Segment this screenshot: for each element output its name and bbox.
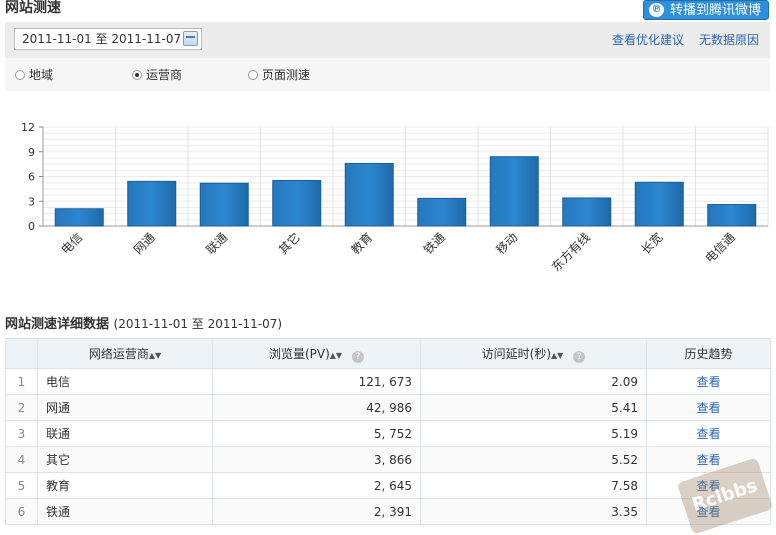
table-row: 6 铁通 2, 391 3.35 查看 bbox=[5, 498, 771, 525]
row-delay: 5.52 bbox=[420, 446, 647, 473]
x-tick-label: 移动 bbox=[493, 230, 520, 257]
detail-title-text: 网站测速详细数据 bbox=[5, 317, 110, 332]
table-row: 5 教育 2, 645 7.58 查看 bbox=[5, 472, 771, 499]
radio-page-speed[interactable]: 页面测速 bbox=[248, 66, 310, 83]
header-delay-label: 访问延时(秒) bbox=[481, 346, 552, 361]
row-pv: 42, 986 bbox=[212, 394, 421, 421]
x-tick-label: 电信 bbox=[58, 230, 85, 257]
radio-region[interactable]: 地域 bbox=[15, 66, 53, 83]
header-isp[interactable]: 网络运营商▲▼ bbox=[37, 338, 213, 369]
radio-isp-dot[interactable] bbox=[132, 70, 142, 80]
header-trend-label: 历史趋势 bbox=[684, 347, 733, 361]
isp-bar-chart: 0 3 6 9 12 电信 网通 联通 其它 教育 铁通 移动 东方有线 长宽 电信通 bbox=[21, 121, 769, 275]
bar bbox=[199, 182, 249, 227]
row-isp: 其它 bbox=[37, 446, 213, 473]
sort-icon[interactable]: ▲▼ bbox=[330, 351, 342, 360]
row-pv: 5, 752 bbox=[212, 420, 421, 447]
page-title: 网站测速 bbox=[5, 0, 61, 16]
y-tick-label: 12 bbox=[21, 121, 35, 134]
row-isp: 电信 bbox=[37, 368, 213, 395]
row-pv: 2, 391 bbox=[212, 498, 421, 525]
sort-icon[interactable]: ▲▼ bbox=[149, 351, 161, 360]
y-tick-label: 9 bbox=[28, 146, 35, 159]
x-tick-label: 东方有线 bbox=[548, 230, 593, 275]
toolbar: 2011-11-01 至 2011-11-07 查看优化建议 无数据原因 bbox=[5, 22, 770, 58]
x-tick-label: 网通 bbox=[131, 230, 158, 257]
share-weibo-button[interactable]: ℗ 转播到腾讯微博 bbox=[643, 0, 769, 20]
row-pv: 121, 673 bbox=[212, 368, 421, 395]
row-delay: 5.41 bbox=[420, 394, 647, 421]
date-range-picker[interactable]: 2011-11-01 至 2011-11-07 bbox=[14, 28, 202, 50]
x-tick-label: 联通 bbox=[203, 230, 230, 257]
table-row: 3 联通 5, 752 5.19 查看 bbox=[5, 420, 771, 447]
header-delay[interactable]: 访问延时(秒)▲▼? bbox=[420, 338, 647, 369]
radio-region-dot[interactable] bbox=[15, 70, 25, 80]
header-index bbox=[5, 338, 38, 369]
x-tick-label: 长宽 bbox=[638, 230, 666, 258]
help-icon[interactable]: ? bbox=[352, 350, 365, 363]
row-trend-link[interactable]: 查看 bbox=[646, 420, 771, 447]
row-pv: 3, 866 bbox=[212, 446, 421, 473]
radio-isp[interactable]: 运营商 bbox=[132, 66, 182, 83]
row-isp: 铁通 bbox=[37, 498, 213, 525]
date-range-text: 2011-11-01 至 2011-11-07 bbox=[22, 32, 182, 46]
header-isp-label: 网络运营商 bbox=[88, 347, 149, 361]
header-trend: 历史趋势 bbox=[646, 338, 771, 369]
row-delay: 2.09 bbox=[420, 368, 647, 395]
bar bbox=[417, 197, 467, 227]
row-index: 2 bbox=[5, 394, 38, 421]
x-tick-label: 其它 bbox=[275, 230, 303, 258]
row-trend-link[interactable]: 查看 bbox=[646, 394, 771, 421]
row-isp: 网通 bbox=[37, 394, 213, 421]
y-tick-label: 0 bbox=[28, 220, 35, 233]
view-mode-radio-group: 地域 运营商 页面测速 bbox=[5, 58, 770, 91]
header-pv-label: 浏览量(PV) bbox=[268, 346, 330, 361]
weibo-icon: ℗ bbox=[649, 3, 664, 17]
detail-table: 网络运营商▲▼ 浏览量(PV)▲▼? 访问延时(秒)▲▼? 历史趋势 1 电信 12… bbox=[5, 338, 771, 525]
row-delay: 5.19 bbox=[420, 420, 647, 447]
row-index: 1 bbox=[5, 368, 38, 395]
row-index: 6 bbox=[5, 498, 38, 525]
detail-section-title: 网站测速详细数据 (2011-11-01 至 2011-11-07) bbox=[5, 313, 282, 332]
row-pv: 2, 645 bbox=[212, 472, 421, 499]
x-tick-label: 铁通 bbox=[421, 230, 448, 257]
bar bbox=[634, 181, 684, 227]
bar bbox=[272, 179, 322, 227]
row-index: 4 bbox=[5, 446, 38, 473]
y-tick-label: 3 bbox=[28, 195, 35, 208]
bar bbox=[707, 204, 757, 227]
sort-icon[interactable]: ▲▼ bbox=[551, 351, 563, 360]
row-index: 5 bbox=[5, 472, 38, 499]
detail-date-range: (2011-11-01 至 2011-11-07) bbox=[113, 317, 283, 331]
x-tick-label: 教育 bbox=[348, 230, 376, 258]
table-row: 1 电信 121, 673 2.09 查看 bbox=[5, 368, 771, 395]
bar bbox=[127, 180, 177, 227]
table-row: 2 网通 42, 986 5.41 查看 bbox=[5, 394, 771, 421]
row-delay: 3.35 bbox=[420, 498, 647, 525]
table-header-row: 网络运营商▲▼ 浏览量(PV)▲▼? 访问延时(秒)▲▼? 历史趋势 bbox=[5, 338, 771, 369]
table-row: 4 其它 3, 866 5.52 查看 bbox=[5, 446, 771, 473]
header-pv[interactable]: 浏览量(PV)▲▼? bbox=[212, 338, 421, 369]
row-index: 3 bbox=[5, 420, 38, 447]
bar bbox=[562, 197, 612, 227]
radio-page-speed-label: 页面测速 bbox=[262, 68, 311, 82]
radio-isp-label: 运营商 bbox=[146, 68, 183, 82]
row-trend-link[interactable]: 查看 bbox=[646, 368, 771, 395]
no-data-reason-link[interactable]: 无数据原因 bbox=[699, 31, 759, 48]
bar bbox=[54, 208, 104, 227]
radio-page-speed-dot[interactable] bbox=[248, 70, 258, 80]
calendar-icon[interactable] bbox=[183, 31, 198, 46]
radio-region-label: 地域 bbox=[29, 68, 54, 82]
share-weibo-label: 转播到腾讯微博 bbox=[670, 3, 762, 18]
optimize-suggestion-link[interactable]: 查看优化建议 bbox=[612, 31, 684, 48]
x-tick-label: 电信通 bbox=[703, 230, 738, 265]
help-icon[interactable]: ? bbox=[573, 350, 586, 363]
y-tick-label: 6 bbox=[28, 171, 35, 184]
row-delay: 7.58 bbox=[420, 472, 647, 499]
bar bbox=[344, 162, 394, 227]
row-isp: 教育 bbox=[37, 472, 213, 499]
row-isp: 联通 bbox=[37, 420, 213, 447]
bar bbox=[489, 156, 539, 227]
